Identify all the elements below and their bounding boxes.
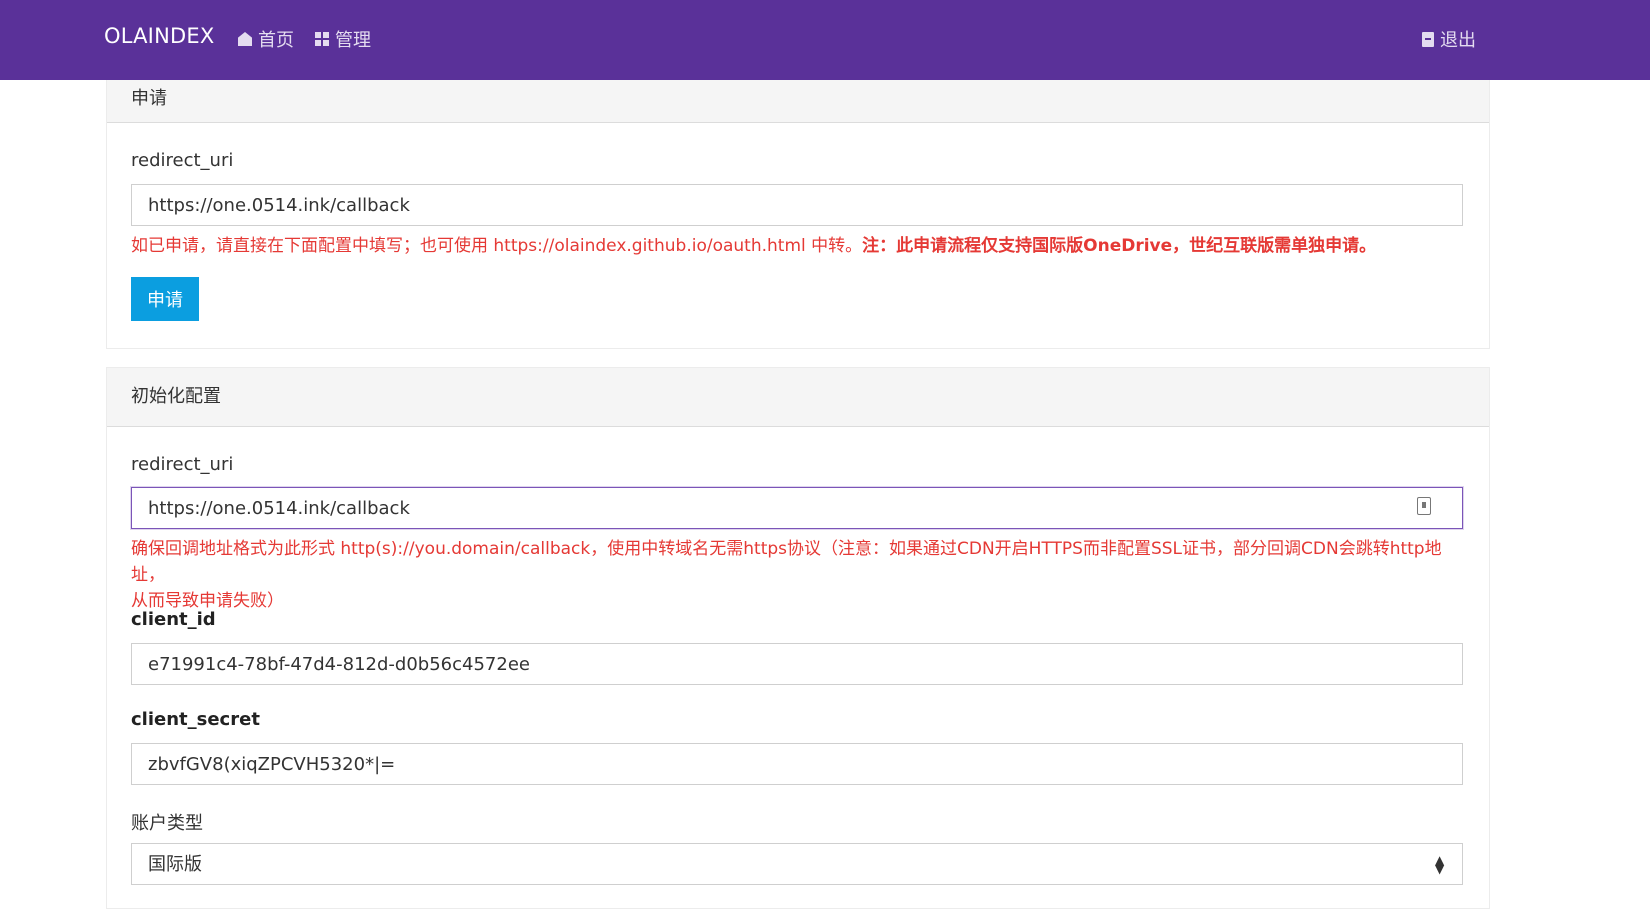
account-type-select[interactable]: 国际版 [131, 843, 1463, 885]
nav-home[interactable]: 首页 [238, 26, 294, 52]
client-secret-input[interactable]: zbvfGV8(xiqZPCVH5320*|= [131, 743, 1463, 785]
init-redirect-label: redirect_uri [131, 454, 234, 475]
apply-redirect-input[interactable]: https://one.0514.ink/callback [131, 184, 1463, 226]
apply-redirect-label: redirect_uri [131, 150, 234, 171]
contact-card-icon[interactable] [1417, 497, 1431, 515]
apply-button[interactable]: 申请 [131, 277, 199, 321]
nav-home-label: 首页 [258, 30, 294, 51]
logout-icon [1422, 31, 1434, 47]
apply-help-text: 如已申请，请直接在下面配置中填写；也可使用 https://olaindex.g… [131, 233, 1471, 259]
grid-icon [315, 32, 329, 46]
init-config-panel: 初始化配置 [106, 367, 1490, 909]
init-redirect-help-line2: 从而导致申请失败） [131, 591, 284, 611]
brand-logo[interactable]: OLAINDEX [104, 24, 214, 48]
client-id-input[interactable]: e71991c4-78bf-47d4-812d-d0b56c4572ee [131, 643, 1463, 685]
nav-admin[interactable]: 管理 [315, 26, 371, 52]
init-panel-title: 初始化配置 [131, 386, 221, 407]
updown-arrows-icon: ▲ ▼ [1435, 853, 1445, 876]
init-redirect-input[interactable]: https://one.0514.ink/callback [131, 487, 1463, 529]
account-type-label: 账户类型 [131, 813, 203, 834]
client-secret-label: client_secret [131, 709, 260, 730]
apply-help-normal: 如已申请，请直接在下面配置中填写；也可使用 https://olaindex.g… [131, 236, 863, 256]
apply-help-bold: 注：此申请流程仅支持国际版OneDrive，世纪互联版需单独申请。 [862, 236, 1377, 256]
init-redirect-help: 确保回调地址格式为此形式 http(s)://you.domain/callba… [131, 536, 1471, 614]
nav-logout[interactable]: 退出 [1422, 26, 1476, 52]
home-icon [238, 32, 252, 46]
apply-panel-title: 申请 [131, 88, 167, 109]
top-navbar: OLAINDEX 首页 管理 退出 [0, 0, 1650, 80]
nav-logout-label: 退出 [1440, 30, 1476, 51]
client-id-label: client_id [131, 609, 216, 630]
nav-admin-label: 管理 [335, 30, 371, 51]
init-redirect-help-line1: 确保回调地址格式为此形式 http(s)://you.domain/callba… [131, 539, 1442, 585]
init-panel-heading: 初始化配置 [107, 368, 1489, 427]
